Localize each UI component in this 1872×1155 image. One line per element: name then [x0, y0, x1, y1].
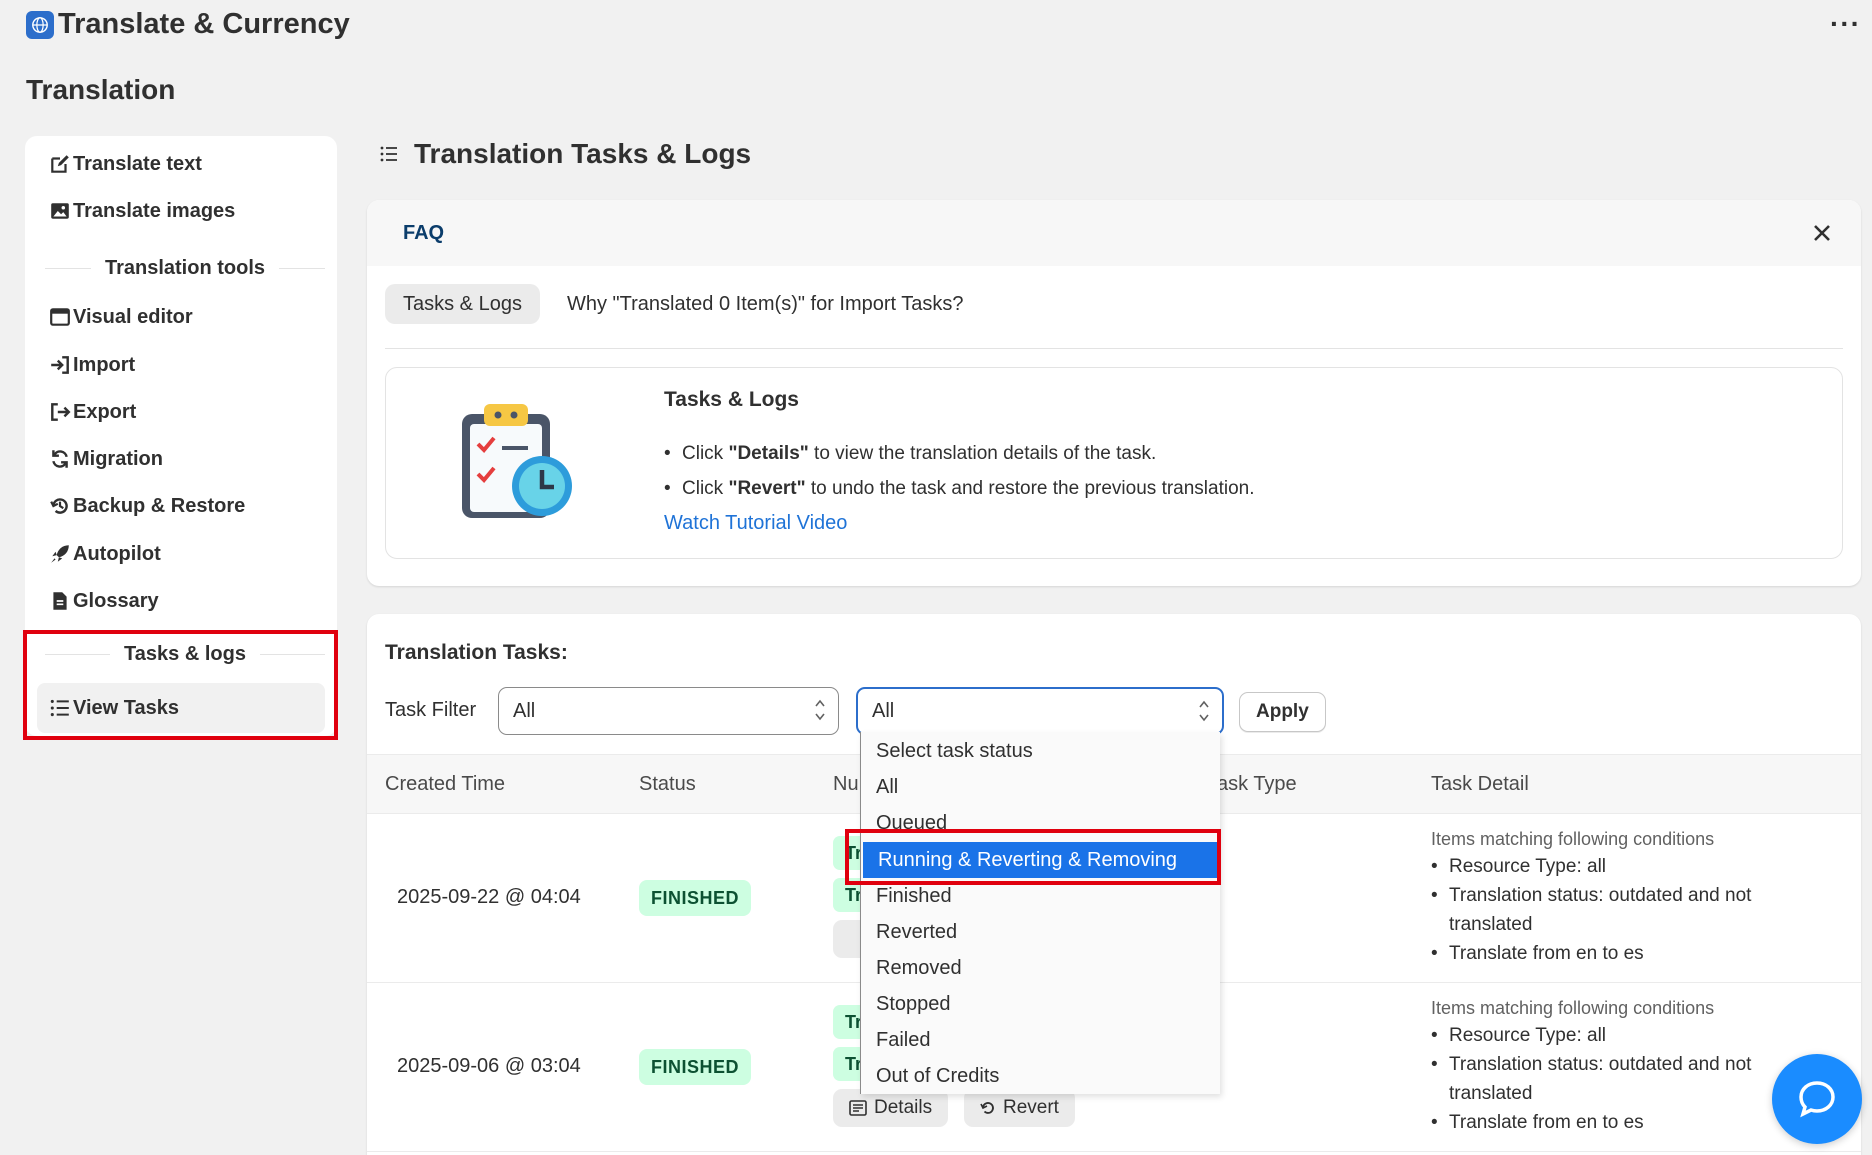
- sidebar-item-import[interactable]: Import: [37, 343, 325, 387]
- list-item: Resource Type: all: [1431, 1021, 1791, 1050]
- sidebar-item-autopilot[interactable]: Autopilot: [37, 532, 325, 576]
- list-item: Resource Type: all: [1431, 852, 1791, 881]
- detail-list: Resource Type: all Translation status: o…: [1431, 852, 1791, 968]
- dropdown-option-removed[interactable]: Removed: [861, 950, 1221, 986]
- detail-heading: Items matching following conditions: [1431, 829, 1715, 849]
- status-dropdown-list: Select task status All Queued Running & …: [860, 732, 1220, 1094]
- receipt-icon: [849, 1100, 867, 1116]
- column-header-task-type: ask Type: [1217, 773, 1297, 795]
- sidebar-item-label: Autopilot: [73, 542, 161, 565]
- dropdown-option-select-task-status[interactable]: Select task status: [861, 733, 1221, 769]
- status-badge: FINISHED: [639, 1049, 752, 1085]
- detail-heading: Items matching following conditions: [1431, 998, 1715, 1018]
- list-item: Translate from en to es: [1431, 1108, 1791, 1137]
- created-time: 2025-09-06 @ 03:04: [397, 1055, 581, 1077]
- tip-box: Tasks & Logs Click "Details" to view the…: [385, 367, 1843, 559]
- chat-bubble-icon: [1799, 1081, 1835, 1118]
- column-header-status: Status: [639, 773, 696, 795]
- task-filter-label: Task Filter: [385, 699, 477, 721]
- edit-icon: [51, 155, 69, 173]
- sidebar-item-label: Glossary: [73, 589, 159, 612]
- app-logo-icon: [26, 11, 54, 39]
- dropdown-option-reverted[interactable]: Reverted: [861, 914, 1221, 950]
- section-heading-translation-tools: Translation tools: [45, 256, 325, 280]
- faq-question-link[interactable]: Why "Translated 0 Item(s)" for Import Ta…: [567, 293, 964, 316]
- sidebar-item-label: Translate images: [73, 199, 236, 222]
- sidebar-item-label: Export: [73, 400, 137, 423]
- sidebar-item-translate-images[interactable]: Translate images: [37, 189, 325, 233]
- faq-label: FAQ: [403, 222, 445, 244]
- sidebar-item-backup-restore[interactable]: Backup & Restore: [37, 484, 325, 528]
- highlight-box-tasks-logs: [23, 630, 338, 740]
- task-type-select[interactable]: All: [498, 687, 839, 735]
- column-header-task-detail: Task Detail: [1431, 773, 1529, 795]
- created-time: 2025-09-22 @ 04:04: [397, 886, 581, 908]
- dropdown-option-all[interactable]: All: [861, 769, 1221, 805]
- export-icon: [51, 403, 71, 421]
- revert-button[interactable]: Revert: [964, 1089, 1075, 1127]
- list-item: Translate from en to es: [1431, 939, 1791, 968]
- image-icon: [51, 203, 69, 219]
- task-status-select[interactable]: All: [856, 687, 1224, 735]
- main-title-text: Translation Tasks & Logs: [414, 138, 752, 169]
- sidebar-item-label: Translate text: [73, 152, 202, 175]
- faq-card: FAQ Tasks & Logs Why "Translated 0 Item(…: [367, 200, 1861, 586]
- dropdown-option-stopped[interactable]: Stopped: [861, 986, 1221, 1022]
- history-icon: [50, 498, 68, 514]
- sidebar-item-visual-editor[interactable]: Visual editor: [37, 295, 325, 339]
- close-icon[interactable]: [1807, 218, 1837, 248]
- list-item: Click "Details" to view the translation …: [664, 436, 1255, 471]
- rocket-icon: [51, 545, 69, 563]
- page-title: Translation: [26, 74, 176, 105]
- chevron-updown-icon: [1199, 700, 1209, 722]
- list-item: Translation status: outdated and not tra…: [1431, 1050, 1791, 1108]
- list-icon: [380, 146, 397, 162]
- status-badge: FINISHED: [639, 880, 752, 916]
- column-header-created-time: Created Time: [385, 773, 506, 795]
- more-actions-button[interactable]: ···: [1830, 8, 1861, 40]
- sidebar-item-label: Import: [73, 353, 136, 376]
- divider: [385, 348, 1843, 349]
- faq-tab-tasks-logs[interactable]: Tasks & Logs: [385, 284, 540, 324]
- refresh-icon: [52, 450, 68, 468]
- app-title: Translate & Currency: [58, 8, 350, 40]
- tip-title: Tasks & Logs: [664, 388, 799, 411]
- document-icon: [53, 592, 67, 610]
- column-header-number: Nu: [833, 773, 859, 795]
- import-icon: [51, 356, 69, 374]
- details-button[interactable]: Details: [833, 1089, 949, 1127]
- sidebar-item-label: Visual editor: [73, 305, 193, 328]
- chevron-updown-icon: [815, 699, 825, 721]
- faq-header: [367, 200, 1861, 266]
- sidebar-item-export[interactable]: Export: [37, 390, 325, 434]
- dropdown-option-out-of-credits[interactable]: Out of Credits: [861, 1058, 1221, 1094]
- clipboard-clock-icon: [462, 404, 572, 518]
- apply-button[interactable]: Apply: [1239, 692, 1326, 732]
- undo-icon: [980, 1102, 994, 1114]
- watch-tutorial-link[interactable]: Watch Tutorial Video: [664, 512, 847, 535]
- highlight-box-running-option: [845, 829, 1221, 885]
- sidebar-item-glossary[interactable]: Glossary: [37, 579, 325, 623]
- tasks-title: Translation Tasks:: [385, 641, 568, 664]
- list-item: Translation status: outdated and not tra…: [1431, 881, 1791, 939]
- window-icon: [50, 308, 70, 326]
- main-title: Translation Tasks & Logs: [378, 138, 751, 170]
- detail-list: Resource Type: all Translation status: o…: [1431, 1021, 1791, 1137]
- tip-list: Click "Details" to view the translation …: [664, 436, 1255, 506]
- chat-support-button[interactable]: [1772, 1054, 1862, 1144]
- sidebar-item-label: Migration: [73, 447, 163, 470]
- dropdown-option-failed[interactable]: Failed: [861, 1022, 1221, 1058]
- sidebar-item-translate-text[interactable]: Translate text: [37, 142, 325, 186]
- list-item: Click "Revert" to undo the task and rest…: [664, 471, 1255, 506]
- sidebar-item-label: Backup & Restore: [73, 494, 246, 517]
- sidebar-item-migration[interactable]: Migration: [37, 437, 325, 481]
